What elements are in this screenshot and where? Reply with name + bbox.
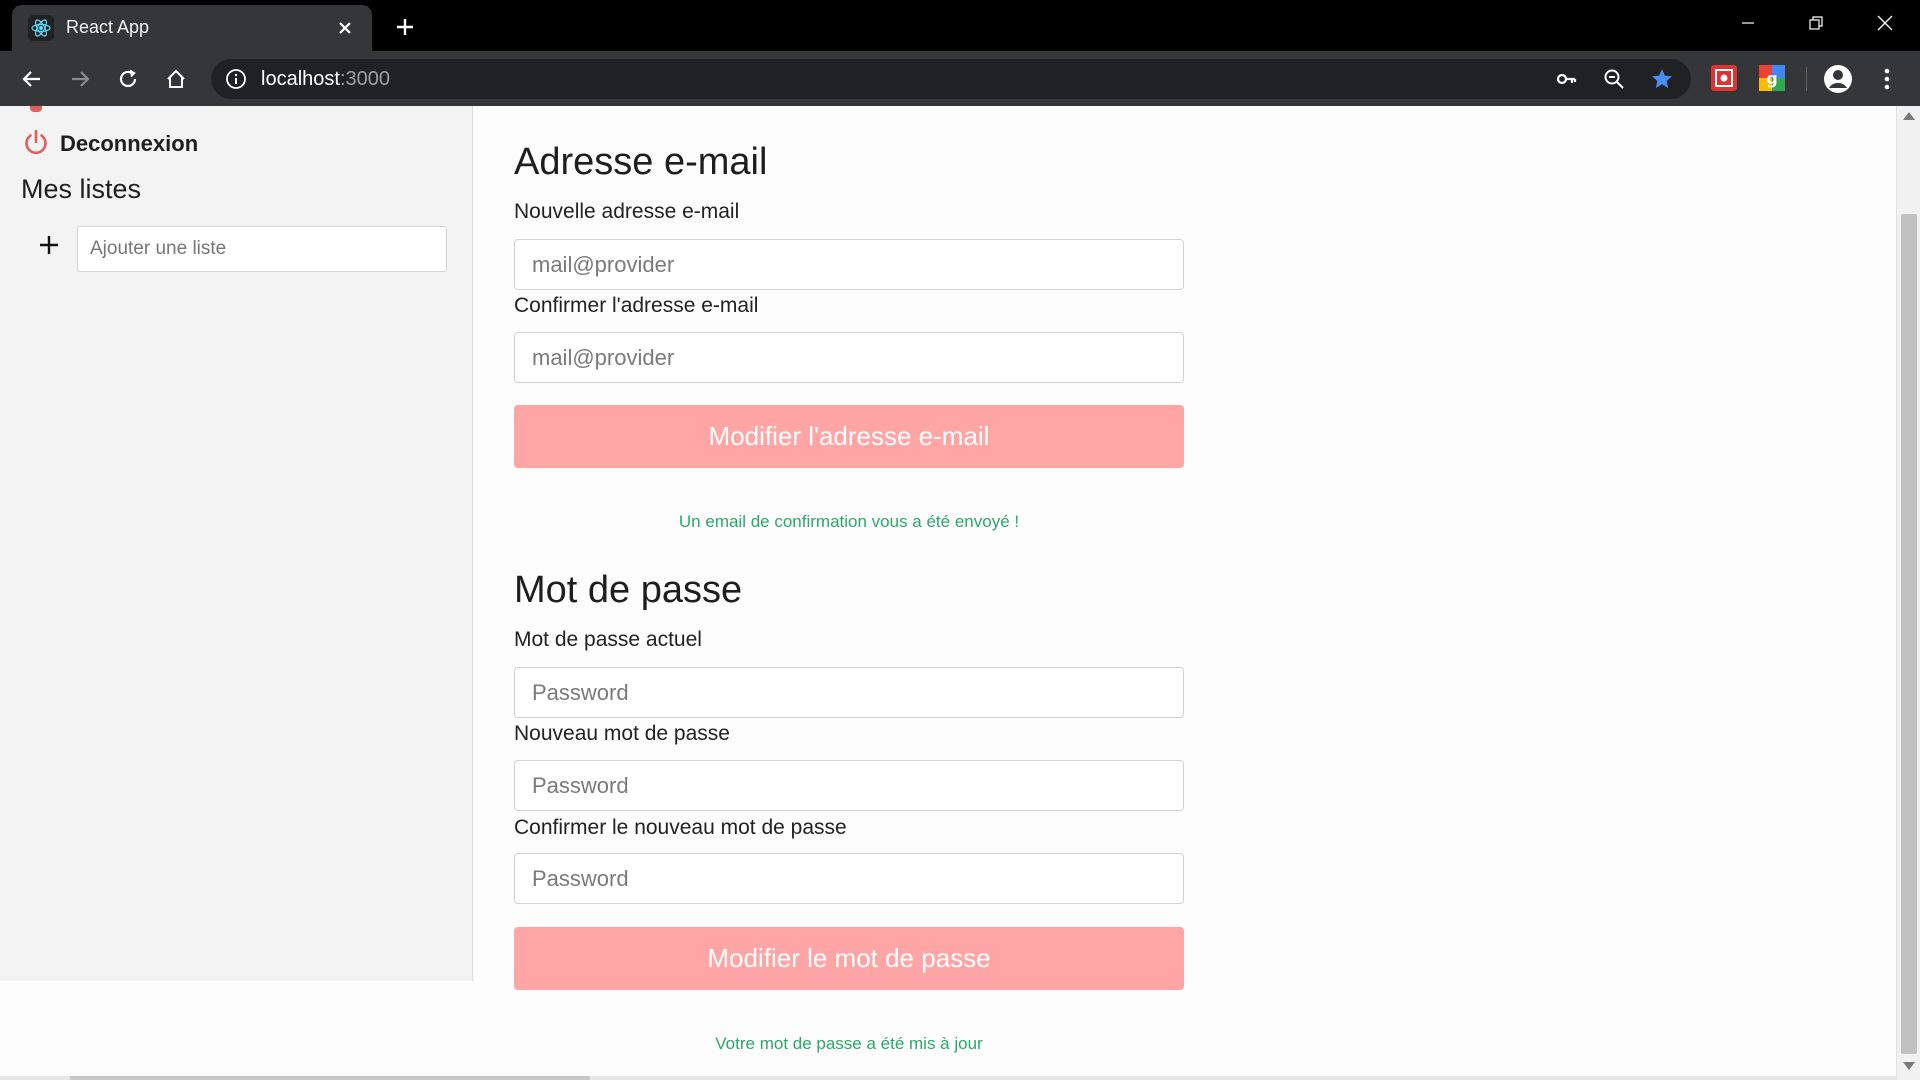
power-icon bbox=[22, 128, 50, 160]
horizontal-scrollbar[interactable] bbox=[0, 1076, 1896, 1080]
email-section-title: Adresse e-mail bbox=[514, 141, 768, 183]
back-icon[interactable] bbox=[16, 63, 48, 95]
extension-shield-icon[interactable] bbox=[1711, 65, 1737, 91]
forward-icon[interactable] bbox=[64, 63, 96, 95]
browser-toolbar: localhost:3000 g bbox=[0, 51, 1920, 106]
page-viewport: Deconnexion Mes listes Adresse e-mail No… bbox=[0, 106, 1920, 1080]
lists-title: Mes listes bbox=[21, 174, 142, 204]
sidebar-clipped-icon bbox=[30, 106, 42, 112]
update-email-button[interactable]: Modifier l'adresse e-mail bbox=[514, 405, 1184, 468]
url-text: localhost:3000 bbox=[261, 68, 390, 91]
key-icon[interactable] bbox=[1554, 67, 1578, 91]
browser-tab[interactable]: React App bbox=[12, 5, 372, 51]
current-password-label: Mot de passe actuel bbox=[514, 628, 702, 651]
restore-icon[interactable] bbox=[1793, 8, 1839, 38]
confirm-password-label: Confirmer le nouveau mot de passe bbox=[514, 816, 847, 839]
vertical-scrollbar[interactable] bbox=[1896, 106, 1920, 1080]
add-list-input[interactable] bbox=[77, 226, 447, 272]
url-port: :3000 bbox=[339, 68, 390, 90]
close-window-icon[interactable] bbox=[1862, 8, 1908, 38]
horizontal-scrollbar-thumb[interactable] bbox=[70, 1076, 590, 1080]
reload-icon[interactable] bbox=[112, 63, 144, 95]
svg-text:g: g bbox=[1766, 69, 1777, 88]
logout-label: Deconnexion bbox=[60, 131, 199, 156]
new-email-field[interactable] bbox=[514, 239, 1184, 290]
new-password-label: Nouveau mot de passe bbox=[514, 722, 730, 745]
password-section-title: Mot de passe bbox=[514, 569, 743, 611]
logout-link[interactable]: Deconnexion bbox=[22, 128, 198, 160]
toolbar-divider bbox=[1806, 67, 1807, 91]
close-tab-icon[interactable] bbox=[332, 15, 358, 41]
sidebar: Deconnexion Mes listes bbox=[0, 106, 473, 981]
zoom-out-icon[interactable] bbox=[1602, 67, 1626, 91]
new-email-label: Nouvelle adresse e-mail bbox=[514, 200, 740, 223]
update-password-button[interactable]: Modifier le mot de passe bbox=[514, 927, 1184, 990]
current-password-field[interactable] bbox=[514, 667, 1184, 718]
confirm-email-field[interactable] bbox=[514, 332, 1184, 383]
url-host: localhost bbox=[261, 68, 340, 90]
email-status-message: Un email de confirmation vous a été envo… bbox=[678, 512, 1020, 531]
browser-tab-bar: React App bbox=[0, 0, 1920, 51]
scroll-down-arrow-icon[interactable] bbox=[1903, 1062, 1915, 1070]
address-bar[interactable]: localhost:3000 bbox=[211, 59, 1691, 99]
kebab-menu-icon[interactable] bbox=[1871, 63, 1903, 95]
home-icon[interactable] bbox=[160, 63, 192, 95]
password-status-message: Votre mot de passe a été mis à jour bbox=[715, 1034, 983, 1053]
confirm-password-field[interactable] bbox=[514, 853, 1184, 904]
new-tab-icon[interactable] bbox=[390, 12, 420, 42]
profile-avatar-icon[interactable] bbox=[1822, 63, 1854, 95]
info-icon[interactable] bbox=[225, 68, 247, 90]
scrollbar-thumb[interactable] bbox=[1901, 214, 1917, 1054]
tab-title: React App bbox=[66, 17, 150, 37]
extension-translate-icon[interactable]: g bbox=[1759, 65, 1785, 91]
bookmark-star-icon[interactable] bbox=[1650, 67, 1674, 91]
new-password-field[interactable] bbox=[514, 760, 1184, 811]
minimize-icon[interactable] bbox=[1725, 8, 1771, 38]
scroll-up-arrow-icon[interactable] bbox=[1903, 112, 1915, 120]
react-logo-icon bbox=[28, 15, 54, 41]
confirm-email-label: Confirmer l'adresse e-mail bbox=[514, 294, 759, 317]
plus-icon[interactable] bbox=[34, 230, 64, 260]
